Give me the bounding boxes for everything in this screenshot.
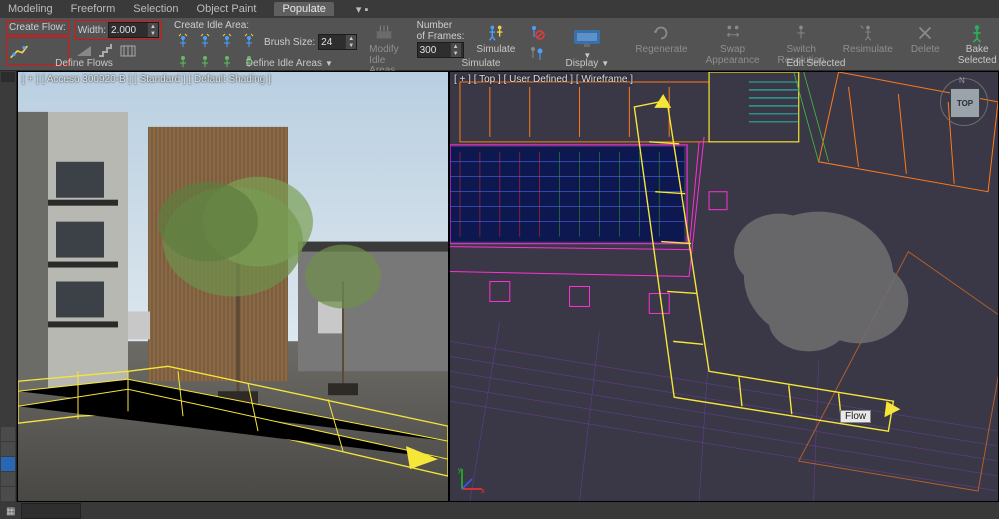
tab-modeling[interactable]: Modeling [8, 3, 53, 15]
group-edit-selected: Regenerate Swap Appearance Switch Resolu… [623, 18, 999, 70]
modify-idle-label1: Modify [369, 45, 398, 55]
regenerate-icon [650, 22, 672, 44]
group-title-define-flows: Define Flows [0, 58, 168, 69]
resimulate-button[interactable]: Resimulate [837, 20, 899, 57]
simulate-icon [485, 22, 507, 44]
world-axis-toggle[interactable] [1, 72, 15, 82]
tab-selection[interactable]: Selection [133, 3, 178, 15]
display-icon [572, 26, 602, 50]
group-title-define-idle[interactable]: Define Idle Areas▼ [168, 58, 411, 69]
idle-type-1-button[interactable] [174, 33, 192, 51]
tab-object-paint[interactable]: Object Paint [197, 3, 257, 15]
viewcube-north-label: N [959, 76, 965, 85]
svg-text:y: y [458, 467, 462, 474]
group-title-display[interactable]: Display▼ [551, 58, 623, 69]
status-bar: ▦ [0, 502, 999, 519]
delete-people-button[interactable] [527, 23, 545, 41]
status-field[interactable] [21, 503, 81, 519]
spinner-down-icon[interactable]: ▼ [147, 30, 158, 37]
group-define-flows: Create Flow: Width: ▲▼ [0, 18, 168, 70]
group-display: ▼ Display▼ [551, 18, 623, 70]
display-mode-button[interactable]: ▼ [566, 20, 608, 63]
axis-gizmo: x y [456, 465, 486, 495]
group-simulate: Number of Frames: ▲▼ Simulate Simulate [411, 18, 552, 70]
brush-size-label: Brush Size: [264, 37, 315, 48]
tab-freeform[interactable]: Freeform [71, 3, 116, 15]
delete-icon [914, 22, 936, 44]
ribbon-overflow-icon[interactable]: ▾ ▪ [356, 3, 368, 16]
modify-idle-areas-button[interactable]: Modify Idle Areas [363, 20, 404, 78]
num-frames-label1: Number [417, 20, 465, 31]
group-title-simulate: Simulate [411, 58, 552, 69]
spinner-up-icon[interactable]: ▲ [345, 35, 356, 42]
regenerate-button[interactable]: Regenerate [629, 20, 693, 57]
tab-populate[interactable]: Populate [274, 2, 333, 16]
bake-icon [966, 22, 988, 44]
left-toolbar-btn-2[interactable] [1, 442, 15, 456]
num-frames-spinner[interactable]: ▲▼ [417, 42, 465, 58]
simulate-label: Simulate [476, 45, 515, 55]
left-toolbar-btn-5[interactable] [1, 487, 15, 501]
num-frames-value[interactable] [418, 45, 450, 56]
group-title-edit-selected: Edit Selected [623, 58, 999, 69]
viewport-area: [ + ] [ Acceso 300920-B ] [ Standard ] [… [0, 71, 999, 502]
left-toolbar-btn-3[interactable] [1, 457, 15, 471]
top-viewport-label[interactable]: [ + ] [ Top ] [ User Defined ] [ Wirefra… [454, 74, 633, 85]
idle-type-4-button[interactable] [240, 33, 258, 51]
flow-width-spinner[interactable]: ▲▼ [108, 22, 159, 38]
perspective-viewport-label[interactable]: [ + ] [ Acceso 300920-B ] [ Standard ] [… [22, 74, 271, 85]
simulate-button[interactable]: Simulate [470, 20, 521, 57]
left-toolbar-btn-1[interactable] [1, 427, 15, 441]
group-define-idle: Create Idle Area: Brush Size: [168, 18, 411, 70]
switch-resolution-icon [790, 22, 812, 44]
spinner-up-icon[interactable]: ▲ [450, 43, 461, 50]
ribbon-tab-bar: Modeling Freeform Selection Object Paint… [0, 0, 999, 18]
brush-size-value[interactable] [319, 37, 345, 48]
swap-appearance-icon [722, 22, 744, 44]
delete-button[interactable]: Delete [905, 20, 946, 57]
spinner-down-icon[interactable]: ▼ [450, 50, 461, 57]
spinner-up-icon[interactable]: ▲ [147, 23, 158, 30]
flow-width-value[interactable] [109, 25, 147, 36]
svg-text:x: x [481, 488, 485, 495]
num-frames-label2: of Frames: [417, 31, 465, 42]
view-cube[interactable]: N TOP [940, 78, 988, 126]
chevron-down-icon: ▼ [601, 59, 609, 68]
viewport-left-toolbar [0, 71, 17, 502]
ribbon: Create Flow: Width: ▲▼ [0, 18, 999, 71]
perspective-scene [18, 72, 448, 501]
top-wireframe-scene [450, 72, 998, 501]
flow-object-label[interactable]: Flow [840, 410, 871, 423]
status-grid-icon[interactable]: ▦ [6, 506, 15, 517]
brush-size-spinner[interactable]: ▲▼ [318, 34, 357, 50]
top-viewport[interactable]: Flow [ + ] [ Top ] [ User Defined ] [ Wi… [449, 71, 999, 502]
resimulate-icon [857, 22, 879, 44]
idle-type-3-button[interactable] [218, 33, 236, 51]
modify-idle-icon [373, 22, 395, 44]
create-idle-label: Create Idle Area: [174, 20, 258, 31]
create-flow-label: Create Flow: [6, 20, 69, 35]
perspective-viewport[interactable]: [ + ] [ Acceso 300920-B ] [ Standard ] [… [17, 71, 449, 502]
flow-width-label: Width: [78, 25, 106, 36]
viewcube-face-top[interactable]: TOP [950, 88, 980, 118]
spinner-down-icon[interactable]: ▼ [345, 42, 356, 49]
left-toolbar-btn-4[interactable] [1, 472, 15, 486]
idle-type-2-button[interactable] [196, 33, 214, 51]
chevron-down-icon: ▼ [325, 59, 333, 68]
